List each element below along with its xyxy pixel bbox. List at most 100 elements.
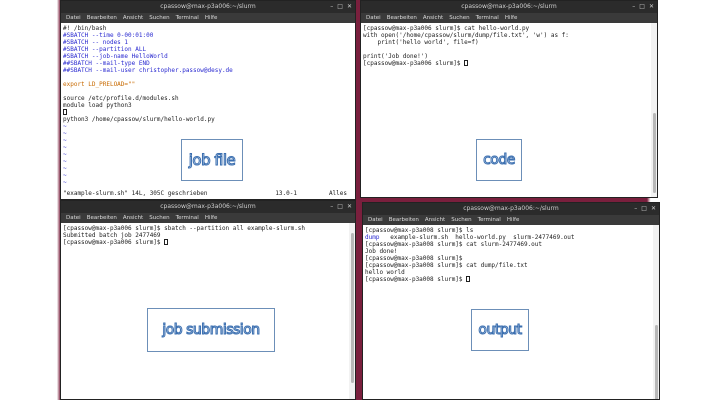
terminal-line: Submitted batch job 2477469 <box>63 232 347 239</box>
editor-line: ##SBATCH --mail-user christopher.passow@… <box>63 67 347 74</box>
file-entries: example-slurm.sh hello-world.py slurm-24… <box>379 234 575 241</box>
terminal-line-text: ~ <box>63 123 67 130</box>
close-icon[interactable]: ✕ <box>651 203 656 215</box>
text-cursor <box>63 109 67 115</box>
terminal-line: with open('/home/cpassow/slurm/dump/file… <box>363 32 649 39</box>
menu-bearbeiten[interactable]: Bearbeiten <box>389 215 419 225</box>
menu-datei[interactable]: Datei <box>368 215 383 225</box>
menu-terminal[interactable]: Terminal <box>476 13 499 23</box>
editor-line: #! /bin/bash <box>63 25 347 32</box>
menu-suchen[interactable]: Suchen <box>149 213 169 223</box>
terminal-line-text: Submitted batch job 2477469 <box>63 232 161 239</box>
output-titlebar[interactable]: cpassow@max-p3a006:~/slurm – □ ✕ <box>363 203 659 215</box>
window-title: cpassow@max-p3a006:~/slurm <box>160 3 256 10</box>
terminal-line-text: source /etc/profile.d/modules.sh <box>63 95 179 102</box>
menu-suchen[interactable]: Suchen <box>149 13 169 23</box>
output-window: cpassow@max-p3a006:~/slurm – □ ✕ Datei B… <box>362 202 660 400</box>
submission-scrollbar[interactable] <box>349 223 355 399</box>
terminal-line-text: hello world <box>365 269 405 276</box>
output-label-box: output <box>471 309 529 351</box>
terminal-line: [cpassow@max-p3a008 slurm]$ ls <box>365 227 651 234</box>
menu-datei[interactable]: Datei <box>66 213 81 223</box>
text-cursor <box>464 60 469 66</box>
terminal-line-text: [cpassow@max-p3a006 slurm]$ cat hello-wo… <box>363 25 530 32</box>
minimize-icon[interactable]: – <box>632 1 635 13</box>
scroll-thumb[interactable] <box>655 325 658 399</box>
output-scrollbar[interactable] <box>653 225 659 399</box>
terminal-line-text: dump example-slurm.sh hello-world.py slu… <box>365 234 575 241</box>
close-icon[interactable]: ✕ <box>347 1 352 13</box>
terminal-line-text: #SBATCH --partition ALL <box>63 46 147 53</box>
terminal-line-text: ~ <box>63 172 67 179</box>
menu-terminal[interactable]: Terminal <box>478 215 501 225</box>
vim-status-file: "example-slurm.sh" 14L, 305C geschrieben <box>63 190 208 197</box>
directory-entry: dump <box>365 234 380 241</box>
menu-terminal[interactable]: Terminal <box>176 13 199 23</box>
maximize-icon[interactable]: □ <box>337 1 343 13</box>
menu-hilfe[interactable]: Hilfe <box>507 215 520 225</box>
menu-terminal[interactable]: Terminal <box>176 213 199 223</box>
close-icon[interactable]: ✕ <box>347 201 352 213</box>
editor-line: ~ <box>63 130 347 137</box>
menu-ansicht[interactable]: Ansicht <box>123 13 143 23</box>
output-menubar: Datei Bearbeiten Ansicht Suchen Terminal… <box>363 215 659 225</box>
close-icon[interactable]: ✕ <box>649 1 654 13</box>
minimize-icon[interactable]: – <box>634 203 637 215</box>
jobfile-label-box: job file <box>181 139 243 181</box>
terminal-line: print('hello world', file=f) <box>363 39 649 46</box>
window-controls: – □ ✕ <box>330 1 352 13</box>
jobfile-window: cpassow@max-p3a006:~/slurm – □ ✕ Datei B… <box>60 0 356 200</box>
terminal-line: [cpassow@max-p3a006 slurm]$ sbatch --par… <box>63 225 347 232</box>
terminal-line-text: ~ <box>63 130 67 137</box>
code-label-box: code <box>476 139 522 181</box>
menu-ansicht[interactable]: Ansicht <box>123 213 143 223</box>
terminal-line: [cpassow@max-p3a008 slurm]$ <box>365 255 651 262</box>
menu-hilfe[interactable]: Hilfe <box>205 213 218 223</box>
menu-suchen[interactable]: Suchen <box>451 215 471 225</box>
submission-menubar: Datei Bearbeiten Ansicht Suchen Terminal… <box>61 213 355 223</box>
menu-bearbeiten[interactable]: Bearbeiten <box>387 13 417 23</box>
menu-suchen[interactable]: Suchen <box>449 13 469 23</box>
jobfile-titlebar[interactable]: cpassow@max-p3a006:~/slurm – □ ✕ <box>61 1 355 13</box>
minimize-icon[interactable]: – <box>330 201 333 213</box>
menu-ansicht[interactable]: Ansicht <box>423 13 443 23</box>
editor-line: ##SBATCH --mail-type END <box>63 60 347 67</box>
editor-line <box>63 109 347 116</box>
menu-datei[interactable]: Datei <box>66 13 81 23</box>
menu-datei[interactable]: Datei <box>366 13 381 23</box>
submission-titlebar[interactable]: cpassow@max-p3a006:~/slurm – □ ✕ <box>61 201 355 213</box>
minimize-icon[interactable]: – <box>330 1 333 13</box>
menu-bearbeiten[interactable]: Bearbeiten <box>87 213 117 223</box>
terminal-line-text: export LD_PRELOAD="" <box>63 81 136 88</box>
menu-hilfe[interactable]: Hilfe <box>505 13 518 23</box>
terminal-line-text: [cpassow@max-p3a008 slurm]$ <box>365 276 467 283</box>
window-title: cpassow@max-p3a006:~/slurm <box>461 3 557 10</box>
scroll-thumb[interactable] <box>653 113 656 193</box>
terminal-line-text: print('Job done!') <box>363 53 429 60</box>
maximize-icon[interactable]: □ <box>337 201 343 213</box>
editor-line: #SBATCH --time 0-00:01:00 <box>63 32 347 39</box>
terminal-line-text: [cpassow@max-p3a008 slurm]$ <box>365 255 467 262</box>
code-titlebar[interactable]: cpassow@max-p3a006:~/slurm – □ ✕ <box>361 1 657 13</box>
menu-ansicht[interactable]: Ansicht <box>425 215 445 225</box>
code-scrollbar[interactable] <box>651 23 657 197</box>
terminal-line-text: python3 /home/cpassow/slurm/hello-world.… <box>63 116 215 123</box>
editor-line: #SBATCH -- nodes 1 <box>63 39 347 46</box>
scroll-thumb[interactable] <box>351 233 354 383</box>
terminal-line-text: ~ <box>63 179 67 186</box>
menu-bearbeiten[interactable]: Bearbeiten <box>87 13 117 23</box>
terminal-line: print('Job done!') <box>363 53 649 60</box>
code-label: code <box>483 152 516 169</box>
maximize-icon[interactable]: □ <box>641 203 647 215</box>
window-title: cpassow@max-p3a006:~/slurm <box>160 203 256 210</box>
editor-line: module load python3 <box>63 102 347 109</box>
terminal-line-text: print('hello world', file=f) <box>363 39 479 46</box>
editor-line: export LD_PRELOAD="" <box>63 81 347 88</box>
terminal-line: [cpassow@max-p3a008 slurm]$ cat dump/fil… <box>365 262 651 269</box>
terminal-line-text: Job done! <box>365 248 398 255</box>
menu-hilfe[interactable]: Hilfe <box>205 13 218 23</box>
text-cursor <box>164 239 169 245</box>
maximize-icon[interactable]: □ <box>639 1 645 13</box>
window-controls: – □ ✕ <box>634 203 656 215</box>
terminal-line-text: ~ <box>63 137 67 144</box>
